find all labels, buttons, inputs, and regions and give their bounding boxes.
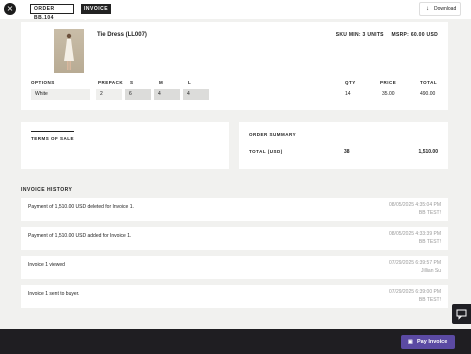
dress-figure-icon — [64, 33, 74, 70]
size-l-field[interactable]: 4 — [183, 89, 209, 100]
history-user: BB TEST! — [418, 239, 441, 245]
tab-order[interactable]: ORDER BB.104 — [30, 4, 74, 21]
msrp: MSRP: 60.00 USD — [391, 32, 438, 38]
summary-total-label: TOTAL (USD) — [249, 149, 283, 154]
size-s-field[interactable]: 6 — [125, 89, 151, 100]
payment-icon: ▣ — [408, 339, 413, 345]
column-prepack: PREPACK — [98, 80, 124, 85]
history-item: Payment of 1,510.00 USD deleted for Invo… — [21, 198, 448, 221]
history-text: Invoice 1 viewed — [28, 262, 65, 268]
history-item: Payment of 1,510.00 USD added for Invoic… — [21, 227, 448, 250]
bottom-bar: ▣ Pay Invoice — [0, 329, 471, 354]
history-text: Payment of 1,510.00 USD added for Invoic… — [28, 233, 132, 239]
download-icon: ↓ — [426, 6, 429, 12]
invoice-history-title: INVOICE HISTORY — [21, 187, 73, 193]
history-user: Jillian Su — [420, 268, 441, 274]
pay-invoice-button[interactable]: ▣ Pay Invoice — [401, 335, 455, 349]
pay-invoice-label: Pay Invoice — [417, 339, 448, 345]
product-name: Tie Dress (LL007) — [97, 32, 147, 38]
row-price: 35.00 — [382, 91, 395, 97]
summary-total-qty: 38 — [344, 149, 350, 155]
history-time: 07/29/2025 6:39:57 PM — [389, 260, 441, 266]
option-color-field[interactable]: White — [31, 89, 90, 100]
column-options: OPTIONS — [31, 80, 55, 85]
chat-button[interactable] — [452, 304, 471, 324]
product-meta: SKU MIN: 3 UNITS MSRP: 60.00 USD — [330, 32, 438, 38]
column-size-l: L — [188, 80, 192, 85]
sku-min: SKU MIN: 3 UNITS — [335, 32, 384, 38]
prepack-field[interactable]: 2 — [96, 89, 122, 100]
column-size-m: M — [159, 80, 164, 85]
history-item: Invoice 1 sent to buyer. 07/29/2025 6:39… — [21, 285, 448, 308]
column-total: TOTAL — [420, 80, 438, 85]
terms-of-sale-title: TERMS OF SALE — [31, 136, 75, 141]
history-time: 08/05/2025 4:33:39 PM — [389, 231, 441, 237]
top-bar: × ORDER BB.104 INVOICE 1 ↓ Download — [0, 0, 471, 22]
history-time: 08/05/2025 4:35:04 PM — [389, 202, 441, 208]
size-m-field[interactable]: 4 — [154, 89, 180, 100]
order-summary-title: ORDER SUMMARY — [249, 132, 297, 137]
row-total: 490.00 — [420, 91, 436, 97]
download-button[interactable]: ↓ Download — [419, 2, 461, 16]
product-card: Tie Dress (LL007) SKU MIN: 3 UNITS MSRP:… — [21, 22, 448, 110]
terms-divider — [31, 131, 74, 132]
history-text: Payment of 1,510.00 USD deleted for Invo… — [28, 204, 134, 210]
close-icon[interactable]: × — [4, 3, 16, 15]
history-item: Invoice 1 viewed 07/29/2025 6:39:57 PM J… — [21, 256, 448, 279]
history-user: BB TEST! — [418, 210, 441, 216]
summary-total-amount: 1,510.00 — [418, 149, 438, 155]
tab-invoice[interactable]: INVOICE 1 — [81, 4, 111, 22]
chat-icon — [456, 309, 467, 320]
history-text: Invoice 1 sent to buyer. — [28, 291, 80, 297]
product-image[interactable] — [54, 29, 84, 73]
history-time: 07/29/2025 6:39:00 PM — [389, 289, 441, 295]
row-qty: 14 — [345, 91, 351, 97]
history-user: BB TEST! — [418, 297, 441, 303]
column-size-s: S — [130, 80, 134, 85]
column-qty: QTY — [345, 80, 356, 85]
column-price: PRICE — [380, 80, 397, 85]
terms-card: TERMS OF SALE — [21, 122, 229, 169]
order-summary-card: ORDER SUMMARY TOTAL (USD) 38 1,510.00 — [239, 122, 448, 169]
download-label: Download — [434, 6, 457, 12]
